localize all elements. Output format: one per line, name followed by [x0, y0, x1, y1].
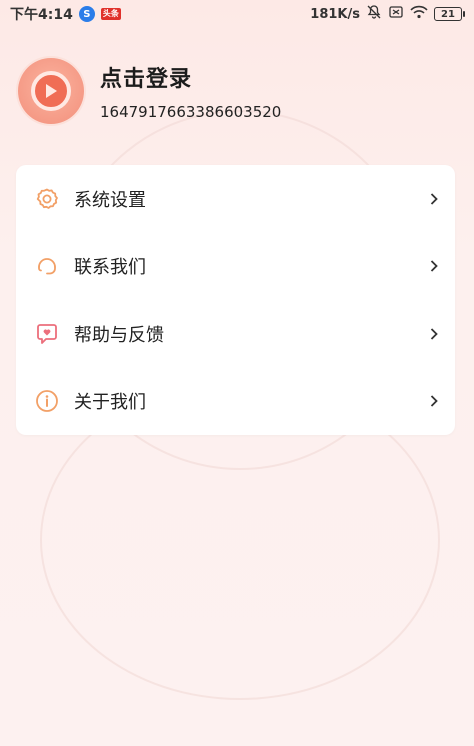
menu-item-contact-us[interactable]: 联系我们 [16, 233, 455, 301]
menu-item-label: 关于我们 [74, 392, 146, 414]
feedback-icon [34, 321, 60, 347]
mute-icon [366, 4, 382, 24]
network-speed: 181K/s [310, 6, 360, 22]
news-app-badge: 头条 [100, 8, 121, 20]
wifi-icon [410, 5, 428, 23]
battery-indicator: 21 [434, 7, 465, 21]
chevron-right-icon [427, 192, 441, 206]
info-icon [34, 388, 60, 414]
menu-card: 系统设置 联系我们 帮助与反馈 关于我们 [16, 165, 455, 435]
status-time: 下午4:14 [10, 7, 73, 23]
profile-header[interactable]: 点击登录 1647917663386603520 [16, 56, 456, 126]
chevron-right-icon [427, 259, 441, 273]
login-title[interactable]: 点击登录 [100, 61, 281, 93]
play-icon [31, 71, 71, 111]
app-notification-icon: S [78, 6, 95, 22]
user-id: 1647917663386603520 [100, 103, 282, 121]
profile-text: 点击登录 1647917663386603520 [100, 61, 281, 121]
menu-item-label: 帮助与反馈 [74, 324, 164, 346]
gear-icon [34, 186, 60, 212]
menu-item-system-settings[interactable]: 系统设置 [16, 165, 455, 233]
menu-item-label: 系统设置 [74, 189, 146, 211]
headset-icon [34, 253, 60, 279]
menu-item-help-feedback[interactable]: 帮助与反馈 [16, 300, 455, 368]
status-bar: 下午4:14 S 头条 181K/s 21 [0, 0, 474, 28]
chevron-right-icon [427, 327, 441, 341]
avatar[interactable] [16, 56, 86, 126]
menu-item-label: 联系我们 [74, 257, 146, 279]
no-sim-icon [388, 4, 404, 24]
menu-item-about-us[interactable]: 关于我们 [16, 368, 455, 436]
chevron-right-icon [427, 394, 441, 408]
status-right: 181K/s 21 [310, 4, 465, 24]
status-left: 下午4:14 S 头条 [10, 4, 121, 24]
